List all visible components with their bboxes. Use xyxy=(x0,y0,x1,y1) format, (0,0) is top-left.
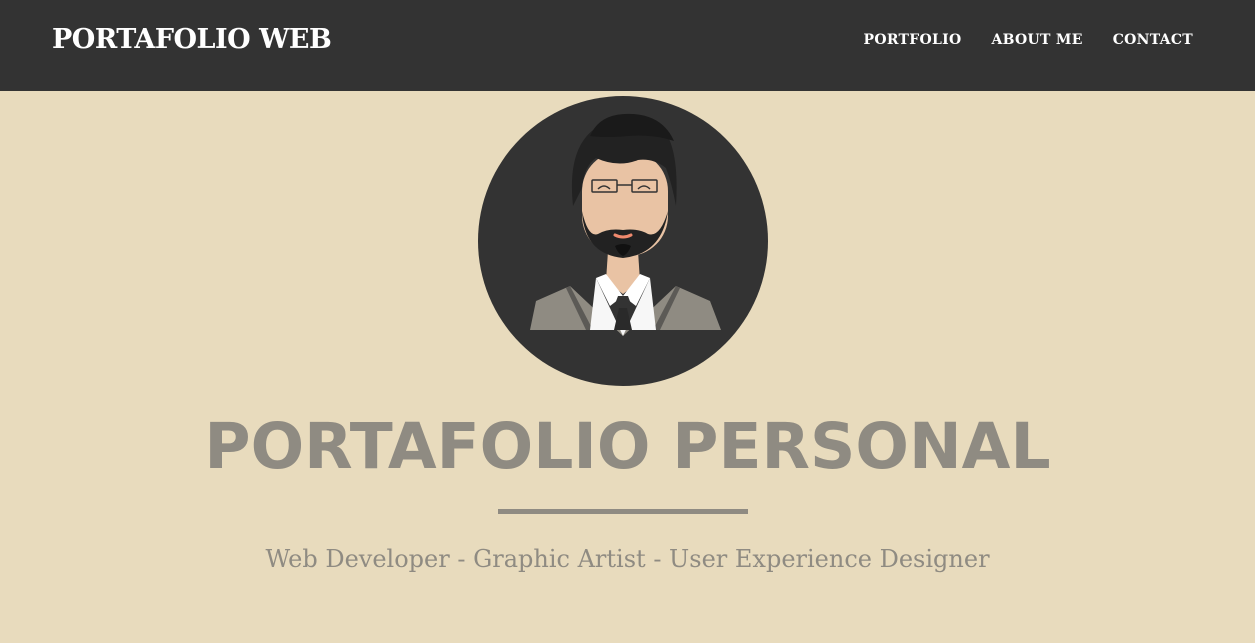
nav-link-contact[interactable]: CONTACT xyxy=(1113,32,1193,48)
hero-divider xyxy=(498,509,748,514)
brand-link[interactable]: PORTAFOLIO WEB xyxy=(52,24,332,55)
nav-link-about-me[interactable]: ABOUT ME xyxy=(991,32,1082,48)
hero-subtitle: Web Developer - Graphic Artist - User Ex… xyxy=(265,545,990,573)
nav-links: PORTFOLIO ABOUT ME CONTACT xyxy=(864,32,1194,48)
profile-avatar-icon xyxy=(478,96,768,386)
nav-link-portfolio[interactable]: PORTFOLIO xyxy=(864,32,962,48)
hero-title: PORTAFOLIO PERSONAL xyxy=(204,410,1051,483)
navbar: PORTAFOLIO WEB PORTFOLIO ABOUT ME CONTAC… xyxy=(0,0,1255,91)
